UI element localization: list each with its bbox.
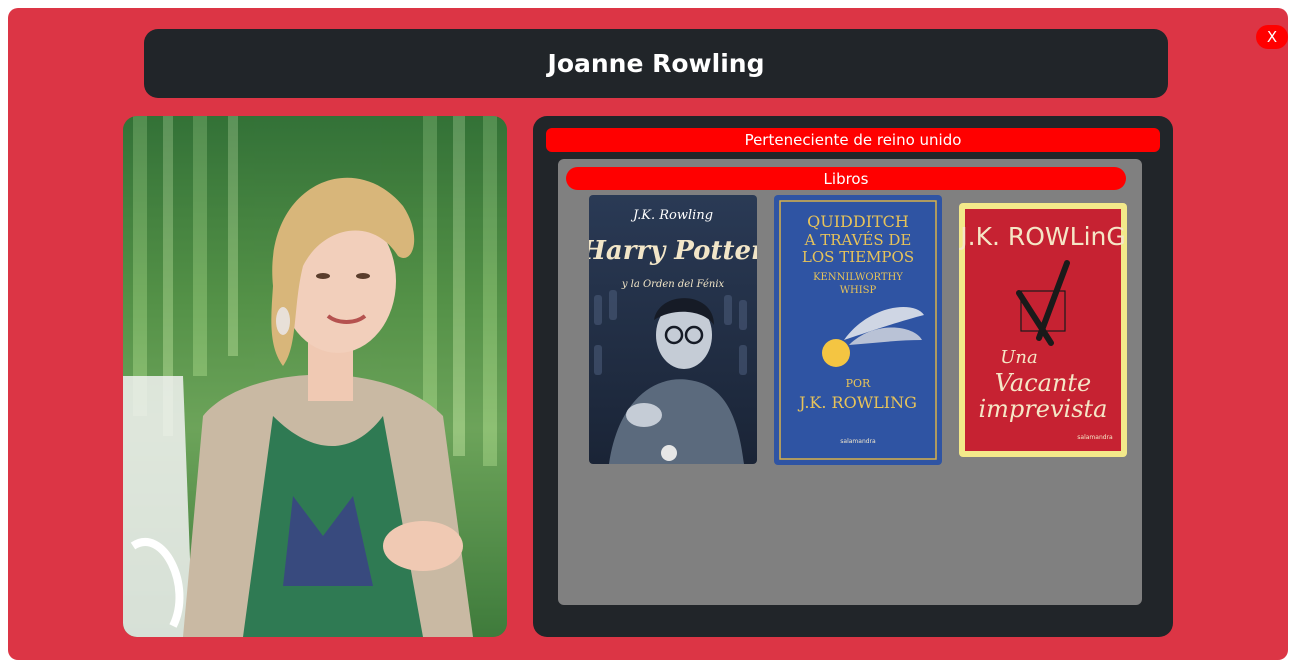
book-cover-vacante-imprevista[interactable]: J.K. ROWLinG Una Vacante imprevista sala…	[959, 203, 1127, 457]
book-subtitle: KENNILWORTHY	[813, 272, 903, 283]
book-by-label: POR	[846, 377, 871, 390]
book-title-line-3: imprevista	[979, 395, 1108, 423]
book-publisher: salamandra	[1077, 434, 1113, 441]
author-photo	[123, 116, 507, 637]
country-label: Perteneciente de reino unido	[546, 128, 1160, 152]
book-title: QUIDDITCH	[807, 212, 909, 231]
book-author: J.K. ROWLinG	[959, 222, 1126, 251]
book-title-line-2: A TRAVÉS DE	[804, 231, 912, 249]
book-title-line-2: Vacante	[995, 369, 1092, 397]
book-title-line-3: LOS TIEMPOS	[802, 248, 914, 266]
book-title: Harry Potter	[589, 236, 757, 266]
title-bar: Joanne Rowling	[144, 29, 1168, 98]
author-name-title: Joanne Rowling	[547, 49, 765, 78]
books-heading: Libros	[566, 167, 1126, 190]
books-section: Libros J.K. Rowling Harry Potter y la Or…	[558, 159, 1142, 605]
book-publisher: salamandra	[840, 438, 876, 445]
book-author: J.K. Rowling	[630, 208, 713, 223]
book-subtitle-2: WHISP	[840, 285, 877, 296]
author-info-panel: Perteneciente de reino unido Libros J.K.	[533, 116, 1173, 637]
book-author: J.K. ROWLING	[797, 393, 917, 412]
book-subtitle: y la Orden del Fénix	[621, 279, 725, 290]
book-cover-harry-potter[interactable]: J.K. Rowling Harry Potter y la Orden del…	[589, 195, 757, 464]
book-title: Una	[1000, 347, 1038, 368]
book-cover-quidditch[interactable]: QUIDDITCH A TRAVÉS DE LOS TIEMPOS KENNIL…	[774, 195, 942, 465]
close-button[interactable]: X	[1256, 25, 1288, 49]
